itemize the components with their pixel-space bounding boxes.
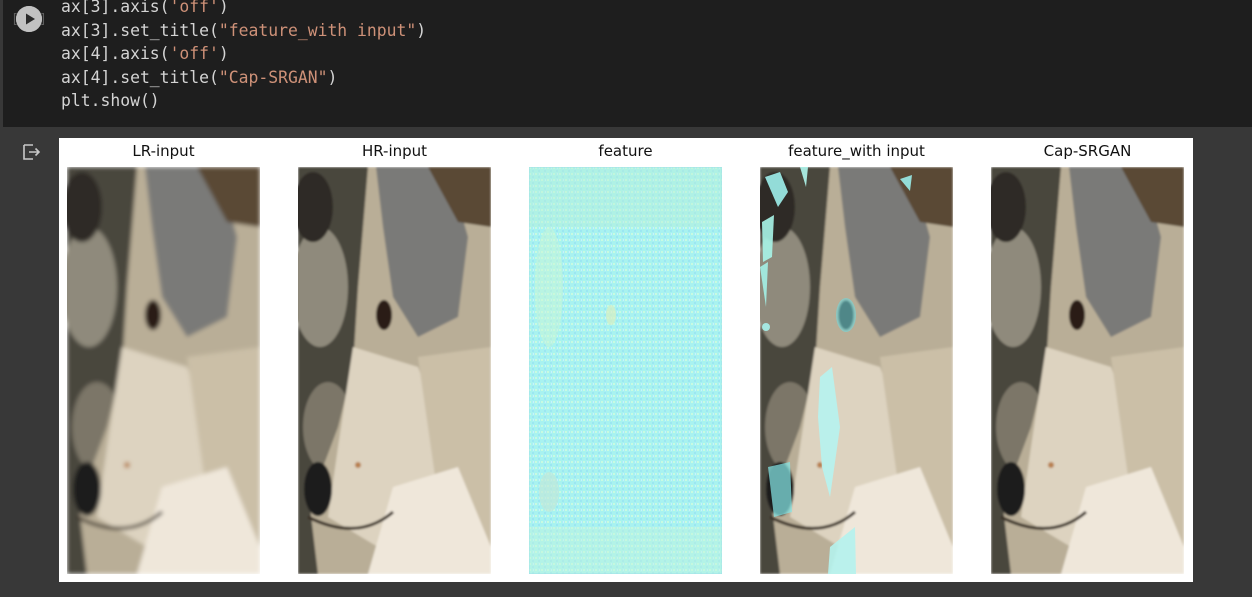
code-token: ) [416,20,427,40]
run-cell-button[interactable] [16,6,42,32]
subplot-lr-input: LR-input [67,138,260,582]
code-token: ) [218,0,229,16]
code-token: ax[4].axis( [61,44,170,63]
code-token: ax[4].set_title( [61,67,219,87]
cell-gutter: [] [3,0,58,127]
subplot-title: feature_with input [788,142,925,160]
wolf-image [760,167,953,574]
code-line: ax[4].axis('off') [61,44,229,63]
subplot-title: feature [598,142,653,160]
code-string: "feature_with input" [218,20,417,40]
subplot-cap-srgan: Cap-SRGAN [991,138,1184,582]
code-token: ax[3].axis( [61,0,170,16]
subplot-title: Cap-SRGAN [1043,142,1132,160]
code-token: ) [327,67,338,87]
subplot-hr-input: HR-input [298,138,491,582]
code-string: 'off' [169,44,219,63]
subplot-feature: feature [529,138,722,582]
cell-output: LR-input HR-input feature feature_with i… [3,127,1252,597]
code-string: "Cap-SRGAN" [218,67,328,87]
matplotlib-figure: LR-input HR-input feature feature_with i… [59,138,1193,582]
subplot-title: HR-input [361,142,428,160]
code-editor[interactable]: [] ax[3].axis('off') ax[3].set_title("fe… [3,0,1252,127]
subplot-title: LR-input [132,142,195,160]
code-text[interactable]: ax[3].axis('off') ax[3].set_title("featu… [61,0,426,113]
code-line: plt.show() [61,91,160,110]
code-token: ax[3].set_title( [61,20,219,40]
subplot-feature-with-input: feature_with input [760,138,953,582]
wolf-image [67,167,260,574]
output-icon[interactable] [20,141,42,163]
code-token: plt.show() [61,91,160,110]
code-token: ) [218,44,229,63]
feature-map-image [529,167,722,574]
code-string: 'off' [169,0,219,16]
code-line: ax[4].set_title("Cap-SRGAN") [61,68,337,87]
code-line: ax[3].set_title("feature_with input") [61,21,426,40]
notebook-cell: [] ax[3].axis('off') ax[3].set_title("fe… [0,0,1252,597]
wolf-image [991,167,1184,574]
play-icon [16,6,42,32]
code-line: ax[3].axis('off') [61,0,229,16]
wolf-image [298,167,491,574]
